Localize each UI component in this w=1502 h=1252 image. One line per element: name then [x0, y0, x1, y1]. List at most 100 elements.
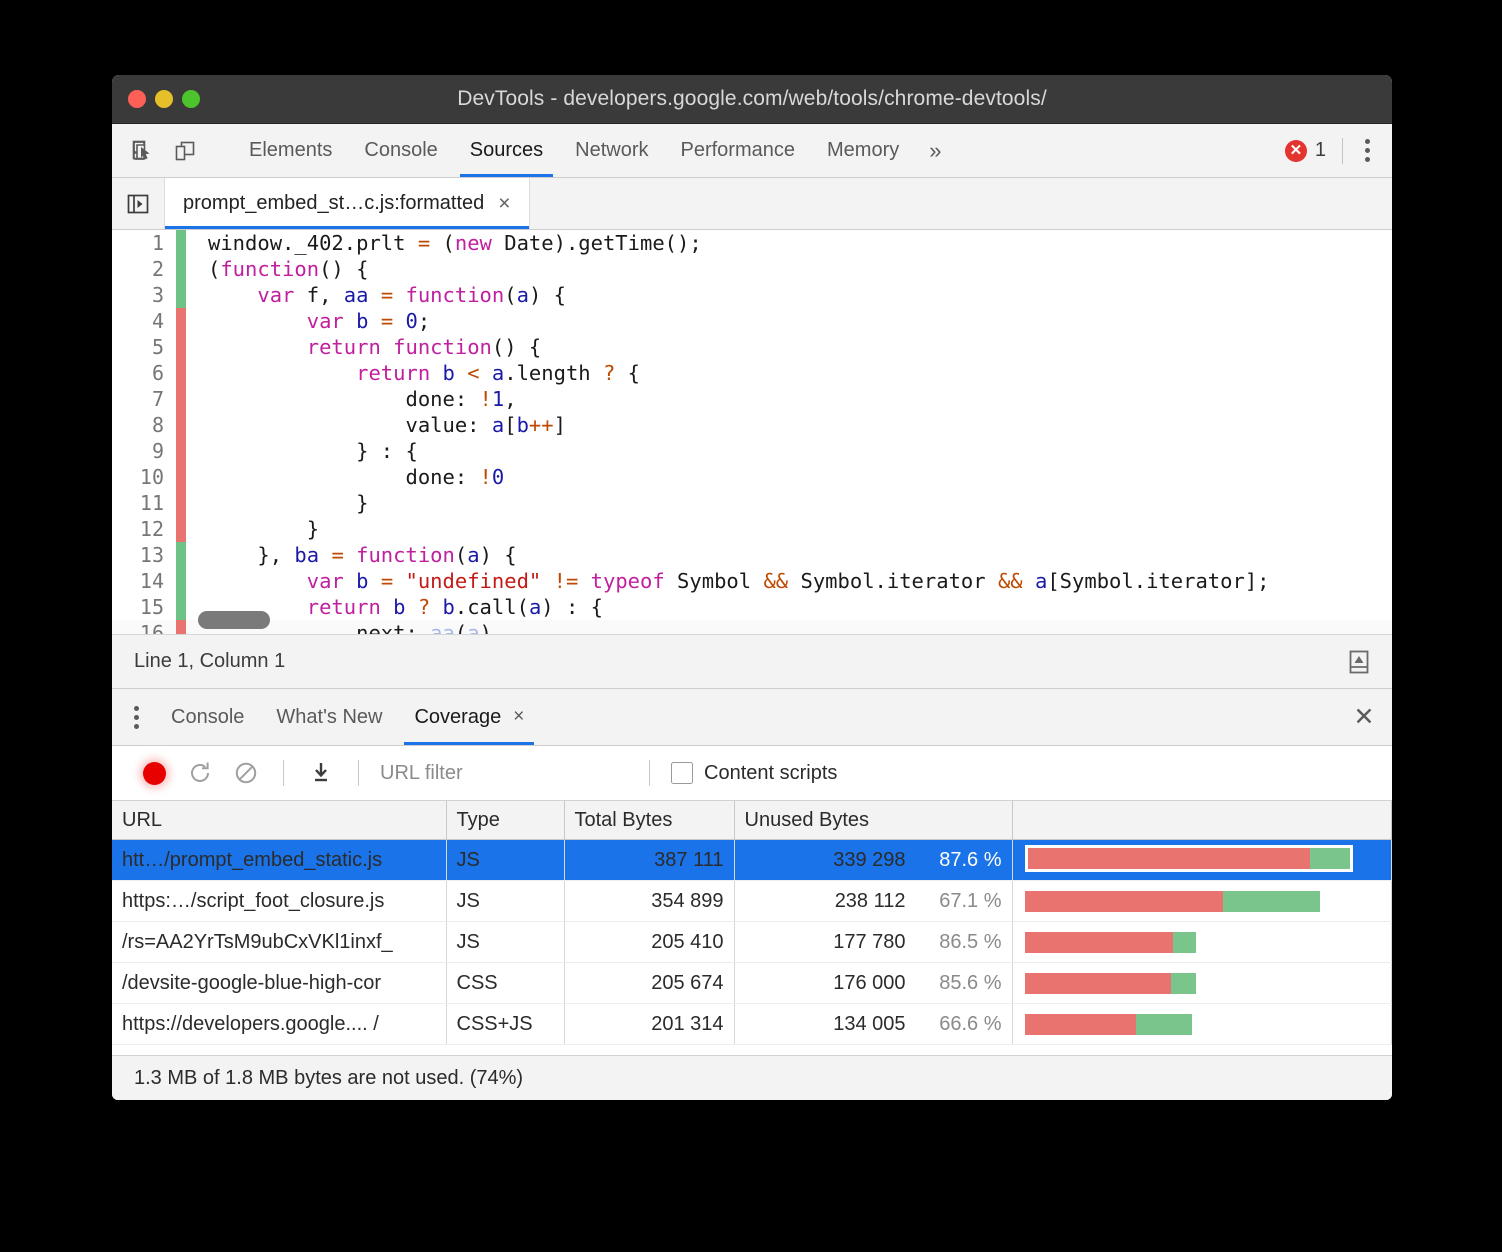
- line-number[interactable]: 10: [112, 464, 176, 490]
- coverage-bar-unused-segment: [1025, 891, 1223, 912]
- drawer-tab-console-label: Console: [171, 706, 244, 729]
- column-header-total-bytes[interactable]: Total Bytes: [564, 801, 734, 840]
- cell-unused-bytes: 177 780 86.5 %: [734, 922, 1012, 963]
- line-number[interactable]: 5: [112, 334, 176, 360]
- coverage-bar-unused-segment: [1025, 932, 1173, 953]
- code-text[interactable]: value: a[b++]: [196, 412, 566, 438]
- line-number[interactable]: 16: [112, 620, 176, 635]
- tab-network-label: Network: [575, 139, 648, 162]
- code-text[interactable]: } : {: [196, 438, 418, 464]
- code-editor[interactable]: 1 window._402.prlt = (new Date).getTime()…: [112, 230, 1392, 635]
- collapse-drawer-icon[interactable]: [1342, 645, 1376, 679]
- column-header-type[interactable]: Type: [446, 801, 564, 840]
- drawer-kebab-menu-icon[interactable]: [112, 689, 155, 745]
- line-number[interactable]: 12: [112, 516, 176, 542]
- unused-percent-value: 86.5 %: [920, 931, 1002, 954]
- line-number[interactable]: 1: [112, 230, 176, 256]
- code-text[interactable]: window._402.prlt = (new Date).getTime();: [196, 230, 702, 256]
- more-tabs-chevron-icon[interactable]: »: [915, 124, 955, 177]
- window-title: DevTools - developers.google.com/web/too…: [112, 87, 1392, 111]
- window-titlebar: DevTools - developers.google.com/web/too…: [112, 75, 1392, 124]
- code-text[interactable]: }: [196, 490, 368, 516]
- editor-bottom-border: [112, 634, 1392, 635]
- device-toolbar-icon[interactable]: [168, 134, 202, 168]
- line-number[interactable]: 3: [112, 282, 176, 308]
- column-header-unused-bytes[interactable]: Unused Bytes: [734, 801, 1012, 840]
- show-navigator-icon[interactable]: [112, 178, 165, 229]
- inspect-element-icon[interactable]: [126, 134, 160, 168]
- tabbar-right-controls: ✕ 1: [1285, 124, 1392, 177]
- code-text[interactable]: var f, aa = function(a) {: [196, 282, 566, 308]
- reload-icon[interactable]: [180, 753, 220, 793]
- line-number[interactable]: 14: [112, 568, 176, 594]
- code-text[interactable]: var b = "undefined" != typeof Symbol && …: [196, 568, 1270, 594]
- code-line: 5 return function() {: [112, 334, 1392, 360]
- tab-performance[interactable]: Performance: [665, 124, 812, 177]
- unused-bytes-value: 177 780: [833, 931, 905, 954]
- source-file-tabstrip: prompt_embed_st…c.js:formatted ×: [112, 178, 1392, 230]
- code-line: 1 window._402.prlt = (new Date).getTime()…: [112, 230, 1392, 256]
- close-window-button[interactable]: [128, 90, 146, 108]
- clear-icon[interactable]: [226, 753, 266, 793]
- minimize-window-button[interactable]: [155, 90, 173, 108]
- editor-horizontal-scrollbar[interactable]: [198, 611, 270, 629]
- line-number[interactable]: 4: [112, 308, 176, 334]
- cell-unused-bytes: 339 29887.6 %: [734, 840, 1012, 881]
- code-line: 2 (function() {: [112, 256, 1392, 282]
- column-header-url[interactable]: URL: [112, 801, 446, 840]
- line-number[interactable]: 2: [112, 256, 176, 282]
- file-tab-prompt-embed-static[interactable]: prompt_embed_st…c.js:formatted ×: [165, 178, 530, 229]
- code-text[interactable]: return function() {: [196, 334, 541, 360]
- line-number[interactable]: 13: [112, 542, 176, 568]
- table-row[interactable]: /rs=AA2YrTsM9ubCxVKl1inxf_JS205 410177 7…: [112, 922, 1392, 963]
- content-scripts-toggle[interactable]: Content scripts: [671, 762, 837, 785]
- coverage-summary-text: 1.3 MB of 1.8 MB bytes are not used. (74…: [134, 1067, 523, 1090]
- code-text[interactable]: done: !1,: [196, 386, 517, 412]
- code-text[interactable]: (function() {: [196, 256, 368, 282]
- content-scripts-checkbox[interactable]: [671, 762, 693, 784]
- unused-bytes-value: 238 112: [835, 890, 906, 913]
- drawer-close-icon[interactable]: ✕: [1336, 689, 1392, 745]
- panel-tabs: Elements Console Sources Network Perform…: [233, 124, 955, 177]
- line-number[interactable]: 6: [112, 360, 176, 386]
- code-text[interactable]: var b = 0;: [196, 308, 430, 334]
- table-row[interactable]: https:…/script_foot_closure.jsJS354 8992…: [112, 881, 1392, 922]
- drawer-tab-coverage[interactable]: Coverage ×: [398, 689, 540, 745]
- cell-type: JS: [446, 922, 564, 963]
- tab-network[interactable]: Network: [559, 124, 664, 177]
- error-badge[interactable]: ✕ 1: [1285, 139, 1326, 162]
- code-text[interactable]: }, ba = function(a) {: [196, 542, 517, 568]
- tab-console[interactable]: Console: [348, 124, 453, 177]
- coverage-gutter-unused: [176, 464, 186, 490]
- tab-sources[interactable]: Sources: [454, 124, 559, 177]
- tab-memory[interactable]: Memory: [811, 124, 915, 177]
- tab-elements[interactable]: Elements: [233, 124, 348, 177]
- line-number[interactable]: 15: [112, 594, 176, 620]
- coverage-footer: 1.3 MB of 1.8 MB bytes are not used. (74…: [112, 1055, 1392, 1100]
- line-number[interactable]: 8: [112, 412, 176, 438]
- line-number[interactable]: 9: [112, 438, 176, 464]
- coverage-gutter-unused: [176, 334, 186, 360]
- line-number[interactable]: 11: [112, 490, 176, 516]
- drawer-tab-console[interactable]: Console: [155, 689, 260, 745]
- line-number[interactable]: 7: [112, 386, 176, 412]
- file-tab-close-icon[interactable]: ×: [498, 192, 510, 216]
- code-text[interactable]: done: !0: [196, 464, 504, 490]
- coverage-gutter-used: [176, 230, 186, 256]
- table-row[interactable]: htt…/prompt_embed_static.jsJS387 111339 …: [112, 840, 1392, 881]
- record-button[interactable]: [134, 753, 174, 793]
- drawer-tab-coverage-close-icon[interactable]: ×: [513, 706, 524, 728]
- code-text[interactable]: return b < a.length ? {: [196, 360, 640, 386]
- kebab-menu-icon[interactable]: [1359, 135, 1376, 166]
- coverage-bar-unused-segment: [1028, 848, 1310, 869]
- table-row[interactable]: /devsite-google-blue-high-corCSS205 6741…: [112, 963, 1392, 1004]
- zoom-window-button[interactable]: [182, 90, 200, 108]
- cell-total-bytes: 354 899: [564, 881, 734, 922]
- drawer-tab-whats-new[interactable]: What's New: [260, 689, 398, 745]
- table-row[interactable]: https://developers.google.... /CSS+JS201…: [112, 1004, 1392, 1045]
- url-filter-input[interactable]: [376, 761, 632, 786]
- tab-console-label: Console: [364, 139, 437, 162]
- download-icon[interactable]: [301, 753, 341, 793]
- code-text[interactable]: }: [196, 516, 319, 542]
- cell-type: CSS: [446, 963, 564, 1004]
